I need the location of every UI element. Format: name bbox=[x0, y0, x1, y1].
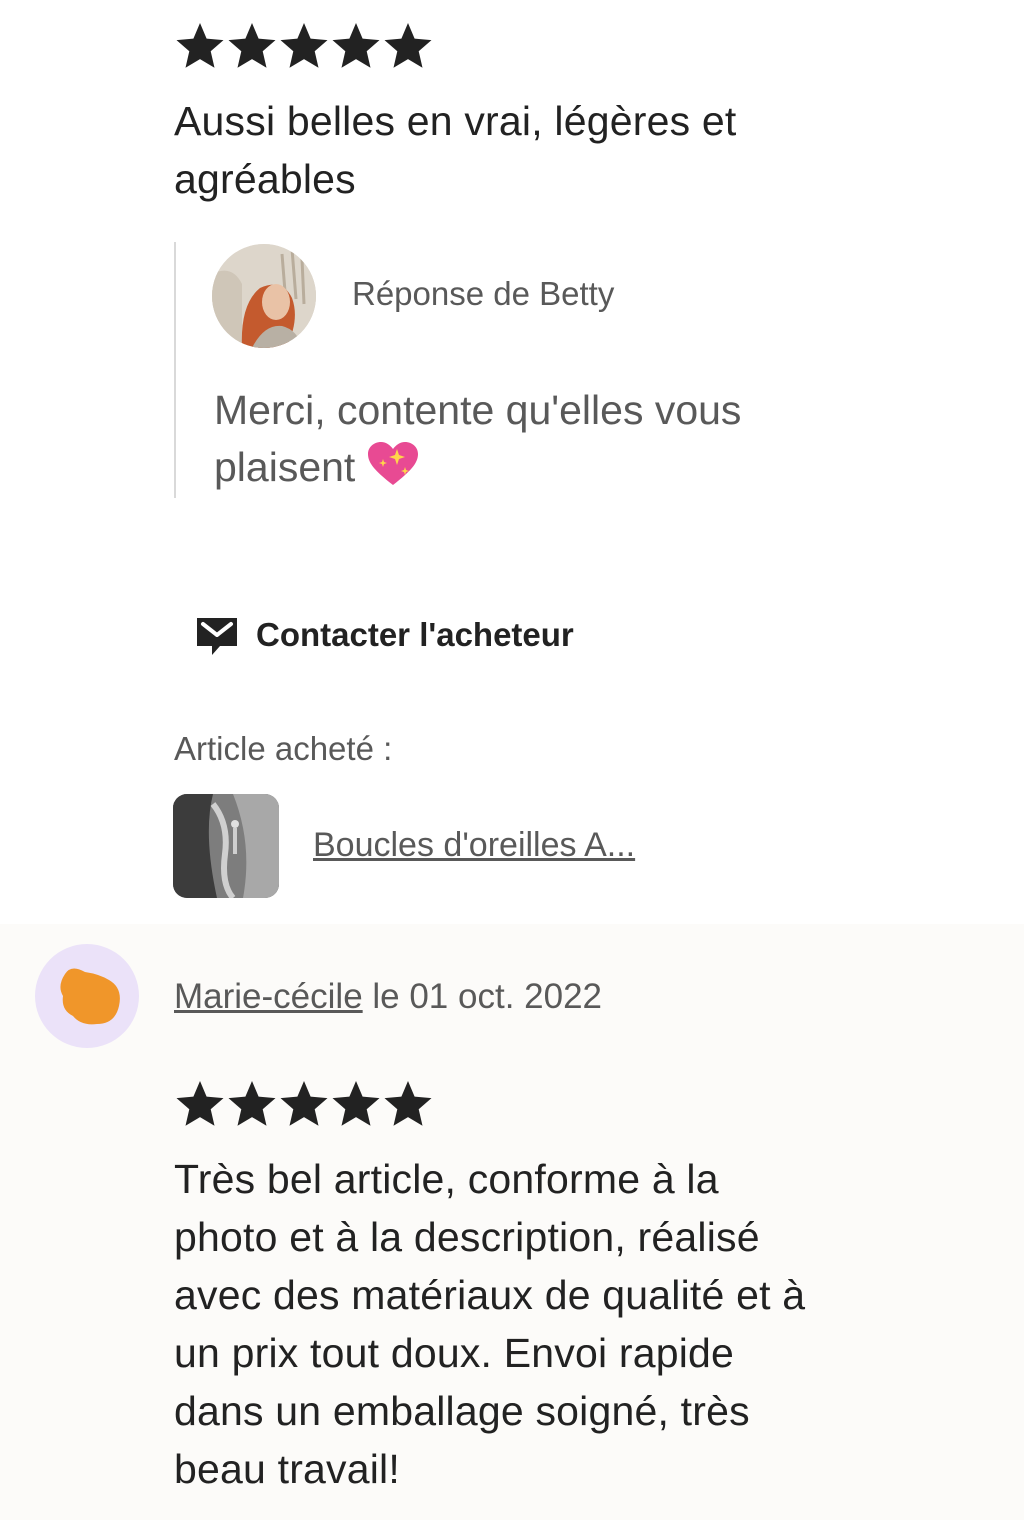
review-1-text-line: agréables bbox=[174, 156, 356, 202]
review-2-text-line: dans un emballage soigné, très bbox=[174, 1388, 750, 1434]
star-icon bbox=[382, 1078, 434, 1130]
reply-text-line: Merci, contente qu'elles vous bbox=[214, 387, 742, 433]
star-icon bbox=[278, 1078, 330, 1130]
star-icon bbox=[226, 20, 278, 72]
review-1-text: Aussi belles en vrai, légères et agréabl… bbox=[174, 92, 736, 208]
reviewer-info: Marie-cécile le 01 oct. 2022 bbox=[174, 975, 602, 1019]
review-2-text-line: avec des matériaux de qualité et à bbox=[174, 1272, 806, 1318]
review-2-text: Très bel article, conforme à la photo et … bbox=[174, 1150, 805, 1498]
star-icon bbox=[382, 20, 434, 72]
seller-reply: Réponse de Betty Merci, contente qu'elle… bbox=[174, 242, 934, 498]
seller-avatar[interactable] bbox=[212, 244, 316, 348]
star-icon bbox=[226, 1078, 278, 1130]
message-icon bbox=[194, 612, 240, 658]
product-link[interactable]: Boucles d'oreilles A... bbox=[313, 824, 635, 866]
star-icon bbox=[330, 1078, 382, 1130]
reviewer-avatar[interactable] bbox=[35, 944, 139, 1048]
product-thumbnail[interactable] bbox=[173, 794, 279, 898]
reply-text: Merci, contente qu'elles vous plaisent bbox=[214, 382, 914, 496]
purchased-item-label: Article acheté : bbox=[174, 730, 393, 767]
review-2-rating-stars bbox=[174, 1078, 434, 1130]
review-2-text-line: beau travail! bbox=[174, 1446, 400, 1492]
reply-text-line-2: plaisent bbox=[214, 439, 914, 496]
review-1-rating-stars bbox=[174, 20, 434, 72]
reviews-page: Aussi belles en vrai, légères et agréabl… bbox=[0, 0, 1024, 1520]
review-1-text-line: Aussi belles en vrai, légères et bbox=[174, 98, 737, 144]
star-icon bbox=[278, 20, 330, 72]
star-icon bbox=[174, 1078, 226, 1130]
review-2-text-line: Très bel article, conforme à la bbox=[174, 1156, 719, 1202]
review-2-text-line: photo et à la description, réalisé bbox=[174, 1214, 760, 1260]
star-icon bbox=[174, 20, 226, 72]
sparkling-heart-icon bbox=[367, 441, 419, 487]
reply-text-line: plaisent bbox=[214, 444, 356, 490]
star-icon bbox=[330, 20, 382, 72]
review-date: le 01 oct. 2022 bbox=[362, 977, 602, 1016]
contact-buyer-button[interactable]: Contacter l'acheteur bbox=[194, 612, 574, 658]
reviewer-name-link[interactable]: Marie-cécile bbox=[174, 977, 363, 1016]
contact-buyer-label: Contacter l'acheteur bbox=[256, 616, 574, 653]
review-2-text-line: un prix tout doux. Envoi rapide bbox=[174, 1330, 735, 1376]
reply-author-label: Réponse de Betty bbox=[352, 275, 615, 312]
